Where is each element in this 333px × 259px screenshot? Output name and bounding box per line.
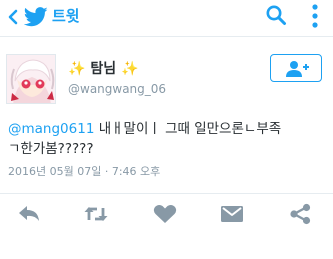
display-name[interactable]: ✨ 탐님 ✨: [68, 60, 138, 78]
tweet-text: @mang0611 내ㅐ말이ㅣ 그때 일만으론ㄴ부족 ㄱ한가봄?????: [8, 119, 328, 159]
sparkles-icon: ✨: [68, 61, 86, 77]
share-icon[interactable]: [287, 203, 313, 225]
tweet-text-line-2: ㄱ한가봄?????: [8, 141, 94, 157]
back-arrow-icon[interactable]: [4, 6, 24, 28]
direct-message-icon[interactable]: [219, 203, 245, 225]
more-vertical-icon[interactable]: [311, 3, 319, 29]
mention-link[interactable]: @mang0611: [8, 121, 94, 137]
sparkles-icon: ✨: [120, 61, 139, 77]
display-name-text: 탐님: [90, 61, 117, 77]
top-bar: 트윗: [0, 0, 333, 34]
avatar[interactable]: [6, 54, 56, 104]
reply-icon[interactable]: [16, 203, 42, 225]
like-icon[interactable]: [152, 203, 178, 225]
user-handle[interactable]: @wangwang_06: [68, 81, 166, 97]
add-user-icon: [286, 61, 309, 77]
actions-divider: [0, 193, 333, 194]
search-icon[interactable]: [265, 4, 287, 26]
header-divider: [0, 36, 333, 37]
twitter-bird-icon: [23, 6, 48, 28]
page-title: 트윗: [52, 7, 80, 25]
follow-button[interactable]: [270, 54, 322, 82]
retweet-icon[interactable]: [83, 203, 109, 225]
tweet-text-line-1: 내ㅐ말이ㅣ 그때 일만으론ㄴ부족: [94, 121, 282, 137]
tweet-timestamp[interactable]: 2016년 05월 07일 · 7:46 오후: [8, 165, 160, 179]
